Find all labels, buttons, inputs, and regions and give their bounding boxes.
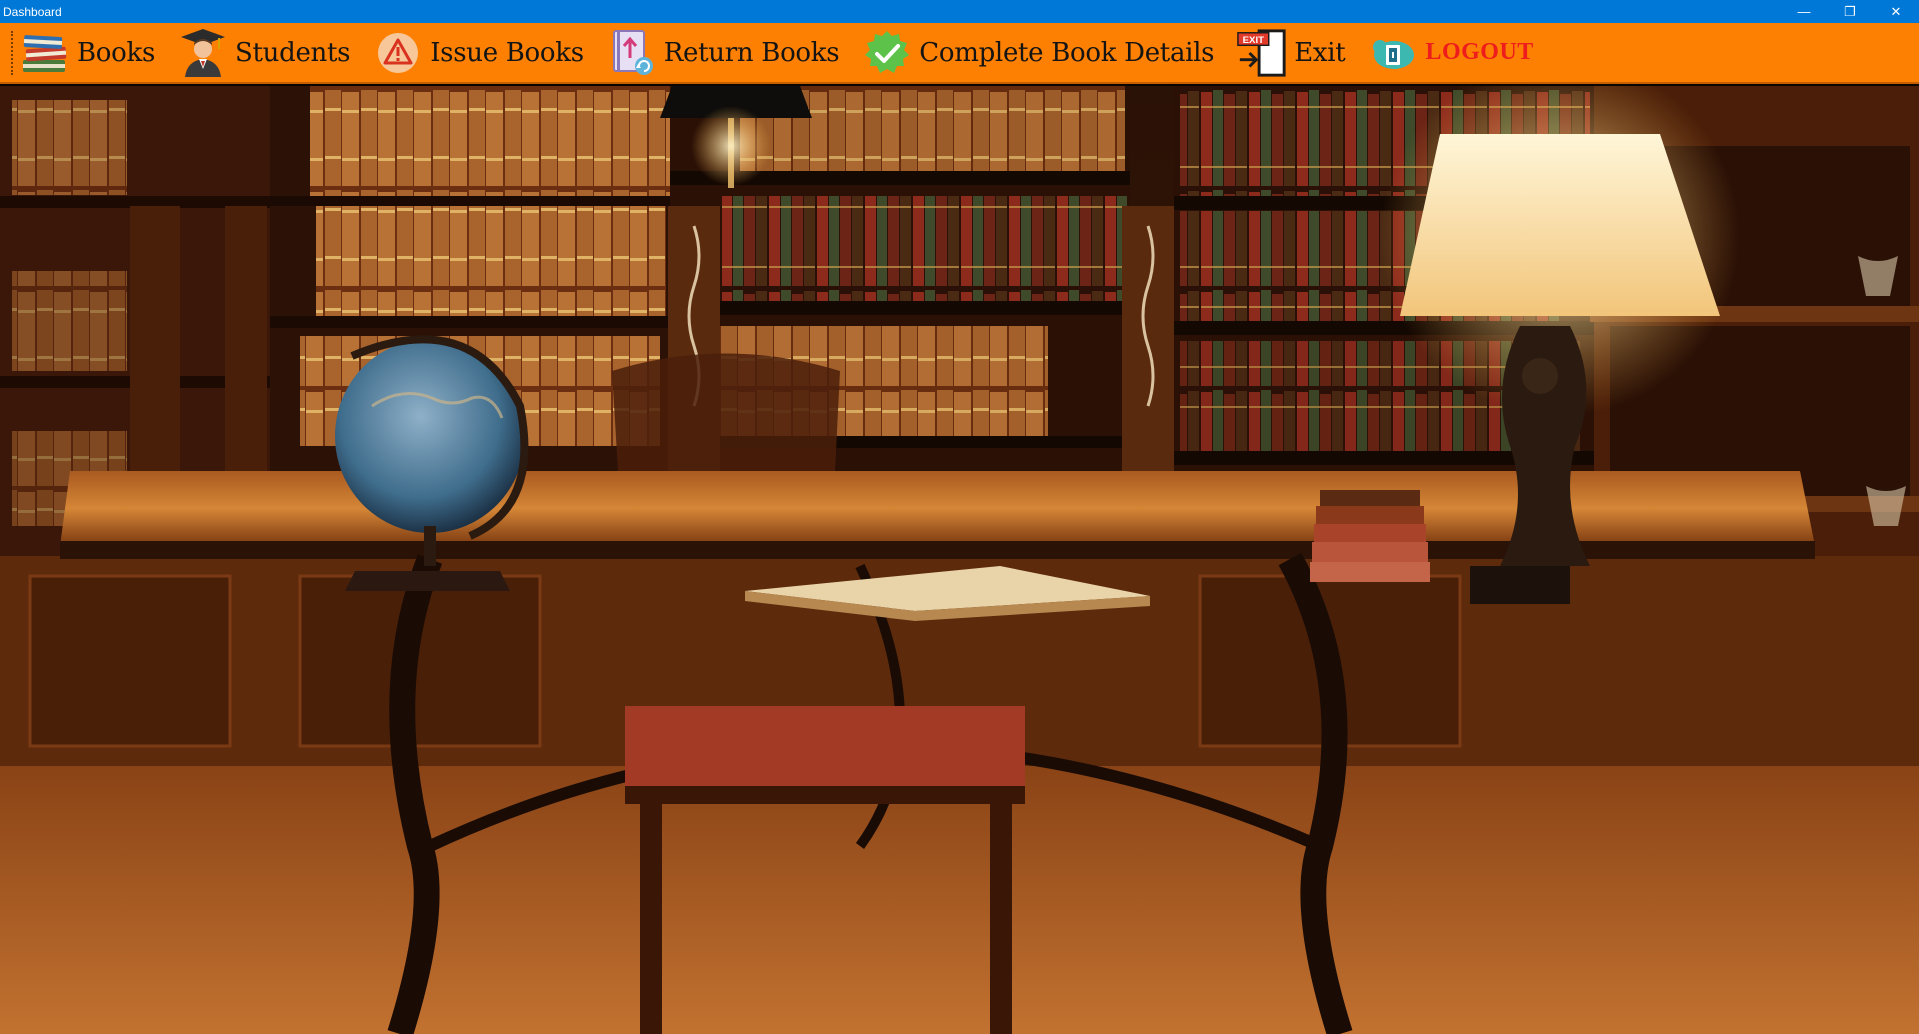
toolbar-grip[interactable] <box>11 30 15 75</box>
return-books-label: Return Books <box>663 37 840 68</box>
books-label: Books <box>77 37 156 68</box>
logout-button[interactable]: LOGOUT <box>1367 25 1533 81</box>
books-stack-icon <box>19 27 71 79</box>
library-background-image <box>0 86 1919 1034</box>
graduate-student-icon <box>177 27 229 79</box>
return-book-icon <box>606 27 658 79</box>
books-button[interactable]: Books <box>19 25 155 81</box>
minimize-button[interactable]: — <box>1781 0 1827 23</box>
students-button[interactable]: Students <box>177 25 350 81</box>
green-check-icon <box>861 27 913 79</box>
complete-book-details-label: Complete Book Details <box>919 37 1215 68</box>
students-label: Students <box>235 37 351 68</box>
window-title: Dashboard <box>3 4 62 19</box>
complete-book-details-button[interactable]: Complete Book Details <box>861 25 1215 81</box>
logout-label: LOGOUT <box>1425 39 1534 65</box>
exit-label: Exit <box>1294 37 1346 68</box>
window-titlebar: Dashboard — ❐ ✕ <box>0 0 1919 23</box>
close-button[interactable]: ✕ <box>1873 0 1919 23</box>
warning-triangle-icon <box>372 27 424 79</box>
main-toolbar: Books Students Issue Books Return Books … <box>0 23 1919 84</box>
exit-door-icon: EXIT <box>1236 27 1288 79</box>
exit-button[interactable]: EXIT Exit <box>1236 25 1346 81</box>
issue-books-button[interactable]: Issue Books <box>372 25 584 81</box>
return-books-button[interactable]: Return Books <box>606 25 840 81</box>
issue-books-label: Issue Books <box>430 37 584 68</box>
logout-icon <box>1367 27 1419 79</box>
maximize-button[interactable]: ❐ <box>1827 0 1873 23</box>
exit-sign-text: EXIT <box>1243 34 1264 45</box>
